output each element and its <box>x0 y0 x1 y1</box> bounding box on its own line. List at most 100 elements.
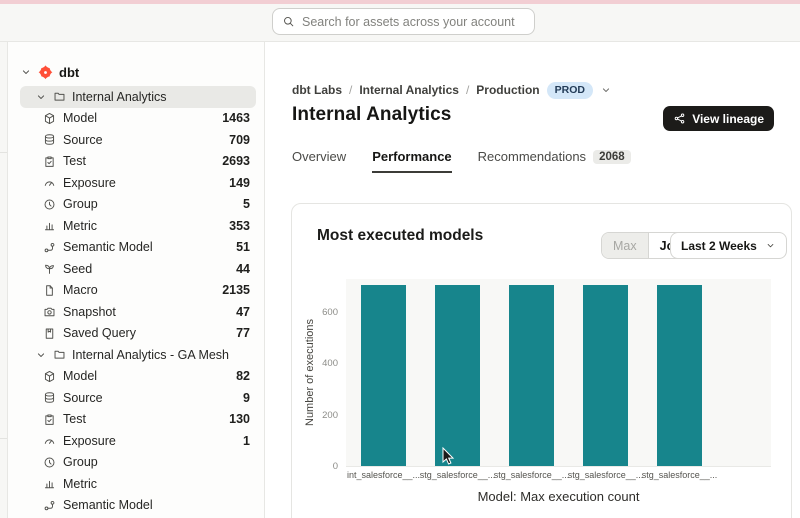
group-icon <box>43 456 56 469</box>
bar-stg-salesforce--2[interactable] <box>509 285 554 466</box>
metric-icon <box>43 219 56 232</box>
search-input[interactable] <box>302 15 525 29</box>
sidebar-item-group[interactable]: Group 5 <box>20 194 256 216</box>
chevron-down-icon[interactable] <box>20 66 32 78</box>
sidebar-item-macro[interactable]: Macro 2135 <box>20 280 256 302</box>
sidebar-item-source[interactable]: Source 9 <box>20 387 256 409</box>
project-row[interactable]: dbt <box>20 60 256 84</box>
view-lineage-button[interactable]: View lineage <box>663 106 774 131</box>
sidebar-item-metric[interactable]: Metric 353 <box>20 215 256 237</box>
bar-stg-salesforce--4[interactable] <box>657 285 702 466</box>
bar-chart-plot: Number of executions 0200400600 <box>346 279 771 467</box>
sidebar-item-exposure[interactable]: Exposure1 <box>20 430 256 452</box>
folder-icon <box>53 348 66 361</box>
sidebar-item-model[interactable]: Model 82 <box>20 366 256 388</box>
item-label: Exposure <box>63 176 116 190</box>
tab-label: Performance <box>372 149 451 164</box>
item-label: Model <box>63 369 97 383</box>
breadcrumb-item-production[interactable]: Production <box>476 83 539 97</box>
folder-row-internal-analytics-ga-mesh[interactable]: Internal Analytics - GA Mesh <box>20 344 256 366</box>
exposure-icon <box>43 176 56 189</box>
folder-icon <box>53 90 66 103</box>
time-range-select[interactable]: Last 2 Weeks <box>670 232 787 259</box>
x-tick-label: stg_salesforce__... <box>494 470 570 480</box>
sidebar-item-group[interactable]: Group <box>20 452 256 474</box>
bar-int-salesforce--0[interactable] <box>361 285 406 466</box>
y-tick-label: 600 <box>306 308 338 318</box>
metric-icon <box>43 477 56 490</box>
bar-stg-salesforce--3[interactable] <box>583 285 628 466</box>
bar-stg-salesforce--1[interactable] <box>435 285 480 466</box>
sidebar-item-saved-query[interactable]: Saved Query77 <box>20 323 256 345</box>
y-tick-label: 400 <box>306 359 338 369</box>
global-search[interactable] <box>272 8 535 35</box>
env-badge[interactable]: PROD <box>547 82 593 99</box>
sidebar-item-source[interactable]: Source709 <box>20 129 256 151</box>
folder-label: Internal Analytics - GA Mesh <box>72 348 229 362</box>
item-count: 130 <box>229 412 256 426</box>
item-count: 149 <box>229 176 256 190</box>
item-label: Seed <box>63 262 92 276</box>
item-count: 82 <box>236 369 256 383</box>
sidebar-item-model[interactable]: Model1463 <box>20 108 256 130</box>
item-label: Test <box>63 412 86 426</box>
folder-row-internal-analytics[interactable]: Internal Analytics <box>20 86 256 108</box>
x-tick-label: int_salesforce__... <box>347 470 420 480</box>
model-icon <box>43 370 56 383</box>
sidebar-item-snapshot[interactable]: Snapshot 47 <box>20 301 256 323</box>
breadcrumb-item-dbt-labs[interactable]: dbt Labs <box>292 83 342 97</box>
item-count: 353 <box>229 219 256 233</box>
item-label: Saved Query <box>63 326 136 340</box>
x-tick-label: stg_salesforce__... <box>420 470 496 480</box>
y-tick-label: 0 <box>306 462 338 472</box>
chart-title: Most executed models <box>317 227 483 245</box>
breadcrumb-separator: / <box>349 83 352 97</box>
project-label: dbt <box>59 65 79 80</box>
saved-query-icon <box>43 327 56 340</box>
sidebar-item-test[interactable]: Test2693 <box>20 151 256 173</box>
sidebar-sections: Internal AnalyticsModel1463Source709Test… <box>8 86 264 516</box>
tab-overview[interactable]: Overview <box>292 149 346 173</box>
sidebar-item-semantic-model[interactable]: Semantic Model <box>20 495 256 517</box>
folder-label: Internal Analytics <box>72 90 167 104</box>
macro-icon <box>43 284 56 297</box>
item-label: Snapshot <box>63 305 116 319</box>
breadcrumb-item-internal-analytics[interactable]: Internal Analytics <box>359 83 459 97</box>
item-count: 5 <box>243 197 256 211</box>
item-count: 2135 <box>222 283 256 297</box>
left-rail <box>0 42 8 518</box>
item-label: Semantic Model <box>63 240 153 254</box>
view-lineage-label: View lineage <box>692 112 764 126</box>
semantic-model-icon <box>43 499 56 512</box>
test-icon <box>43 413 56 426</box>
item-count: 9 <box>243 391 256 405</box>
item-label: Source <box>63 391 103 405</box>
item-count: 47 <box>236 305 256 319</box>
item-label: Macro <box>63 283 98 297</box>
x-axis-labels: int_salesforce__...stg_salesforce__...st… <box>346 470 771 482</box>
sidebar-item-test[interactable]: Test 130 <box>20 409 256 431</box>
item-label: Exposure <box>63 434 116 448</box>
item-label: Group <box>63 197 98 211</box>
seed-icon <box>43 262 56 275</box>
item-label: Metric <box>63 219 97 233</box>
item-count: 44 <box>236 262 256 276</box>
sidebar-item-semantic-model[interactable]: Semantic Model 51 <box>20 237 256 259</box>
tab-label: Recommendations <box>478 149 586 164</box>
test-icon <box>43 155 56 168</box>
item-label: Model <box>63 111 97 125</box>
chevron-down-icon <box>35 349 47 361</box>
sidebar-item-exposure[interactable]: Exposure 149 <box>20 172 256 194</box>
semantic-model-icon <box>43 241 56 254</box>
y-tick-label: 200 <box>306 411 338 421</box>
chevron-down-icon[interactable] <box>600 84 612 96</box>
item-label: Source <box>63 133 103 147</box>
tab-recommendations[interactable]: Recommendations 2068 <box>478 149 631 173</box>
toggle-option-max[interactable]: Max <box>602 233 649 258</box>
sidebar-item-seed[interactable]: Seed 44 <box>20 258 256 280</box>
snapshot-icon <box>43 305 56 318</box>
tab-badge: 2068 <box>593 150 631 164</box>
item-count: 51 <box>236 240 256 254</box>
sidebar-item-metric[interactable]: Metric <box>20 473 256 495</box>
tab-performance[interactable]: Performance <box>372 149 451 173</box>
